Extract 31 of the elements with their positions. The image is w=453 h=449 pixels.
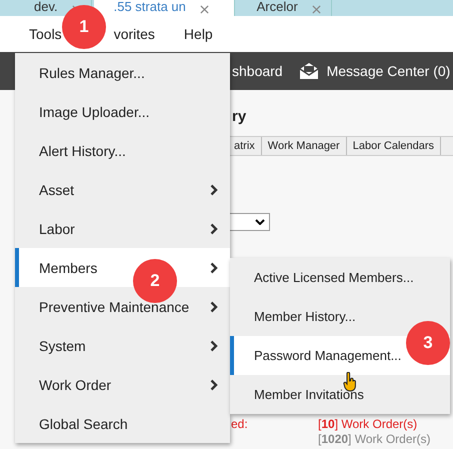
menu-item[interactable]: System [15,326,230,365]
page-heading: ry [232,108,246,125]
menu-item[interactable]: Active Licensed Members... [230,258,450,297]
menu-item[interactable]: Rules Manager... [15,53,230,92]
chevron-right-icon [210,262,218,274]
page-tab[interactable]: Work Manager [262,137,347,155]
chevron-right-icon [210,340,218,352]
menu-item[interactable]: Asset [15,170,230,209]
menu-bar-item[interactable]: Tools [29,26,62,42]
menu-item[interactable]: Member Invitations [230,375,450,414]
menu-item[interactable]: Work Order [15,365,230,404]
work-order-count[interactable]: [10] Work Order(s) [318,417,418,431]
menu-item[interactable]: Global Search [15,404,230,443]
chevron-right-icon [210,378,218,390]
chevron-right-icon [210,184,218,196]
menu-bar-item[interactable]: Help [184,26,213,42]
close-icon[interactable] [200,5,209,14]
menu-item[interactable]: Labor [15,209,230,248]
nav-link[interactable]: Message Center (0) [326,63,450,79]
envelope-icon[interactable] [298,62,319,80]
chevron-right-icon [210,300,218,312]
menu-bar-item[interactable]: vorites [114,26,155,42]
browser-tab[interactable]: .55 strata un [94,0,235,16]
summary-label: ed: [231,417,248,431]
menu-item[interactable]: Alert History... [15,131,230,170]
page-tab[interactable]: Labor Calendars [346,137,442,155]
nav-link[interactable]: shboard [232,63,283,79]
menu-item[interactable]: Image Uploader... [15,92,230,131]
chevron-icon [255,219,265,225]
chevron-right-icon [210,222,218,234]
dropdown[interactable] [228,213,270,231]
